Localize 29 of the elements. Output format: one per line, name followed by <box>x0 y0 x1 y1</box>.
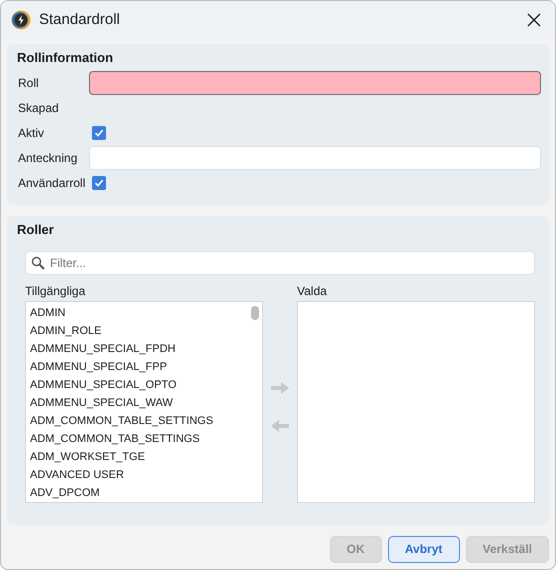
list-item[interactable]: ADMMENU_SPECIAL_FPDH <box>26 340 262 358</box>
list-item[interactable]: ADVANCED USER <box>26 466 262 484</box>
checkbox[interactable] <box>92 126 106 140</box>
field-label: Skapad <box>17 100 60 117</box>
list-item[interactable]: ADMIN <box>26 304 262 322</box>
field-label: Roll <box>17 75 40 92</box>
field-label: Aktiv <box>17 125 46 142</box>
search-icon <box>31 256 45 270</box>
list-label: Tillgängliga <box>25 283 86 300</box>
scrollbar-thumb[interactable] <box>251 306 259 320</box>
dialog-button[interactable]: Avbryt <box>388 536 460 562</box>
list-item[interactable]: ADM_COMMON_TABLE_SETTINGS <box>26 412 262 430</box>
section-heading: Rollinformation <box>17 50 114 65</box>
section-heading: Roller <box>17 222 55 237</box>
list-item[interactable]: ADMMENU_SPECIAL_WAW <box>26 394 262 412</box>
filter-field[interactable]: Filter... <box>25 251 535 275</box>
list-item[interactable]: ADM_WORKSET_TGE <box>26 448 262 466</box>
field-label: Anteckning <box>17 150 78 167</box>
list-label: Valda <box>297 283 328 300</box>
list-item[interactable]: ADMMENU_SPECIAL_OPTO <box>26 376 262 394</box>
checkbox[interactable] <box>92 176 106 190</box>
text-field[interactable] <box>89 71 541 95</box>
app-logo-icon <box>11 10 31 30</box>
window-title: Standardroll <box>39 11 121 28</box>
field-label: Användarroll <box>17 175 86 192</box>
list-item[interactable]: ADMMENU_SPECIAL_FPP <box>26 358 262 376</box>
list-item[interactable]: ADV_DPCOM <box>26 484 262 502</box>
list-item[interactable]: ADM_COMMON_TAB_SETTINGS <box>26 430 262 448</box>
list-item[interactable]: ADMIN_ROLE <box>26 322 262 340</box>
